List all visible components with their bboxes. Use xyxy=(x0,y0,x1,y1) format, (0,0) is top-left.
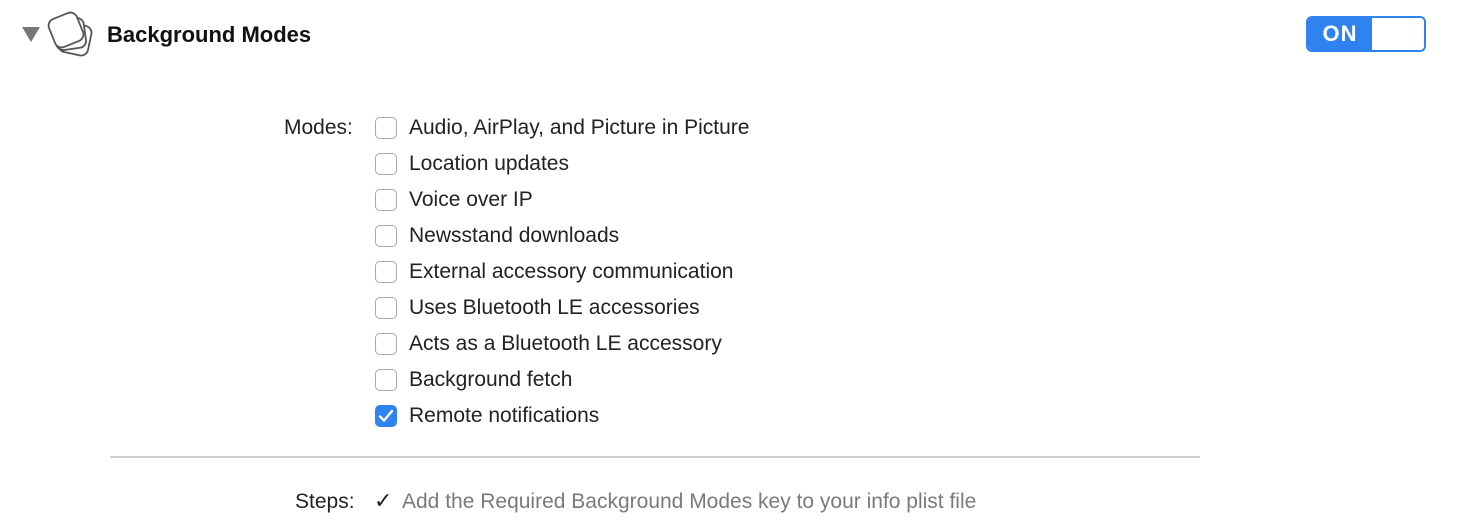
mode-row-newsstand[interactable]: Newsstand downloads xyxy=(375,218,749,254)
checkbox[interactable] xyxy=(375,153,397,175)
mode-row-remote-notifications[interactable]: Remote notifications xyxy=(375,398,749,434)
mode-label: External accessory communication xyxy=(409,260,734,283)
mode-row-voip[interactable]: Voice over IP xyxy=(375,182,749,218)
background-modes-icon xyxy=(46,10,98,62)
modes-label: Modes: xyxy=(284,116,353,139)
section-title: Background Modes xyxy=(107,22,312,47)
checkmark-icon xyxy=(378,409,394,422)
checkbox[interactable] xyxy=(375,333,397,355)
checkbox[interactable] xyxy=(375,297,397,319)
toggle-on-label: ON xyxy=(1308,18,1372,50)
steps-label: Steps: xyxy=(295,490,355,513)
disclosure-triangle-icon[interactable] xyxy=(22,27,40,42)
toggle-knob xyxy=(1372,18,1424,50)
mode-row-audio[interactable]: Audio, AirPlay, and Picture in Picture xyxy=(375,110,749,146)
step-text: Add the Required Background Modes key to… xyxy=(402,490,977,513)
mode-label: Uses Bluetooth LE accessories xyxy=(409,296,700,319)
mode-row-background-fetch[interactable]: Background fetch xyxy=(375,362,749,398)
mode-label: Acts as a Bluetooth LE accessory xyxy=(409,332,722,355)
mode-label: Location updates xyxy=(409,152,569,175)
checkbox[interactable] xyxy=(375,117,397,139)
mode-label: Newsstand downloads xyxy=(409,224,620,247)
divider xyxy=(110,456,1200,458)
modes-list: Audio, AirPlay, and Picture in Picture L… xyxy=(375,110,749,434)
mode-row-external-accessory[interactable]: External accessory communication xyxy=(375,254,749,290)
checkbox[interactable] xyxy=(375,225,397,247)
checkbox[interactable] xyxy=(375,405,397,427)
checkbox[interactable] xyxy=(375,189,397,211)
mode-row-bluetooth-peripheral[interactable]: Acts as a Bluetooth LE accessory xyxy=(375,326,749,362)
mode-row-bluetooth-central[interactable]: Uses Bluetooth LE accessories xyxy=(375,290,749,326)
mode-label: Audio, AirPlay, and Picture in Picture xyxy=(409,116,750,139)
mode-label: Background fetch xyxy=(409,368,573,391)
capability-toggle[interactable]: ON xyxy=(1306,16,1426,52)
mode-row-location[interactable]: Location updates xyxy=(375,146,749,182)
checkbox[interactable] xyxy=(375,369,397,391)
capability-panel: Background Modes ON Modes: Audio, AirPla… xyxy=(0,0,1458,526)
mode-label: Remote notifications xyxy=(409,404,600,427)
step-done-checkmark-icon: ✓ xyxy=(374,489,393,514)
checkbox[interactable] xyxy=(375,261,397,283)
mode-label: Voice over IP xyxy=(409,188,533,211)
